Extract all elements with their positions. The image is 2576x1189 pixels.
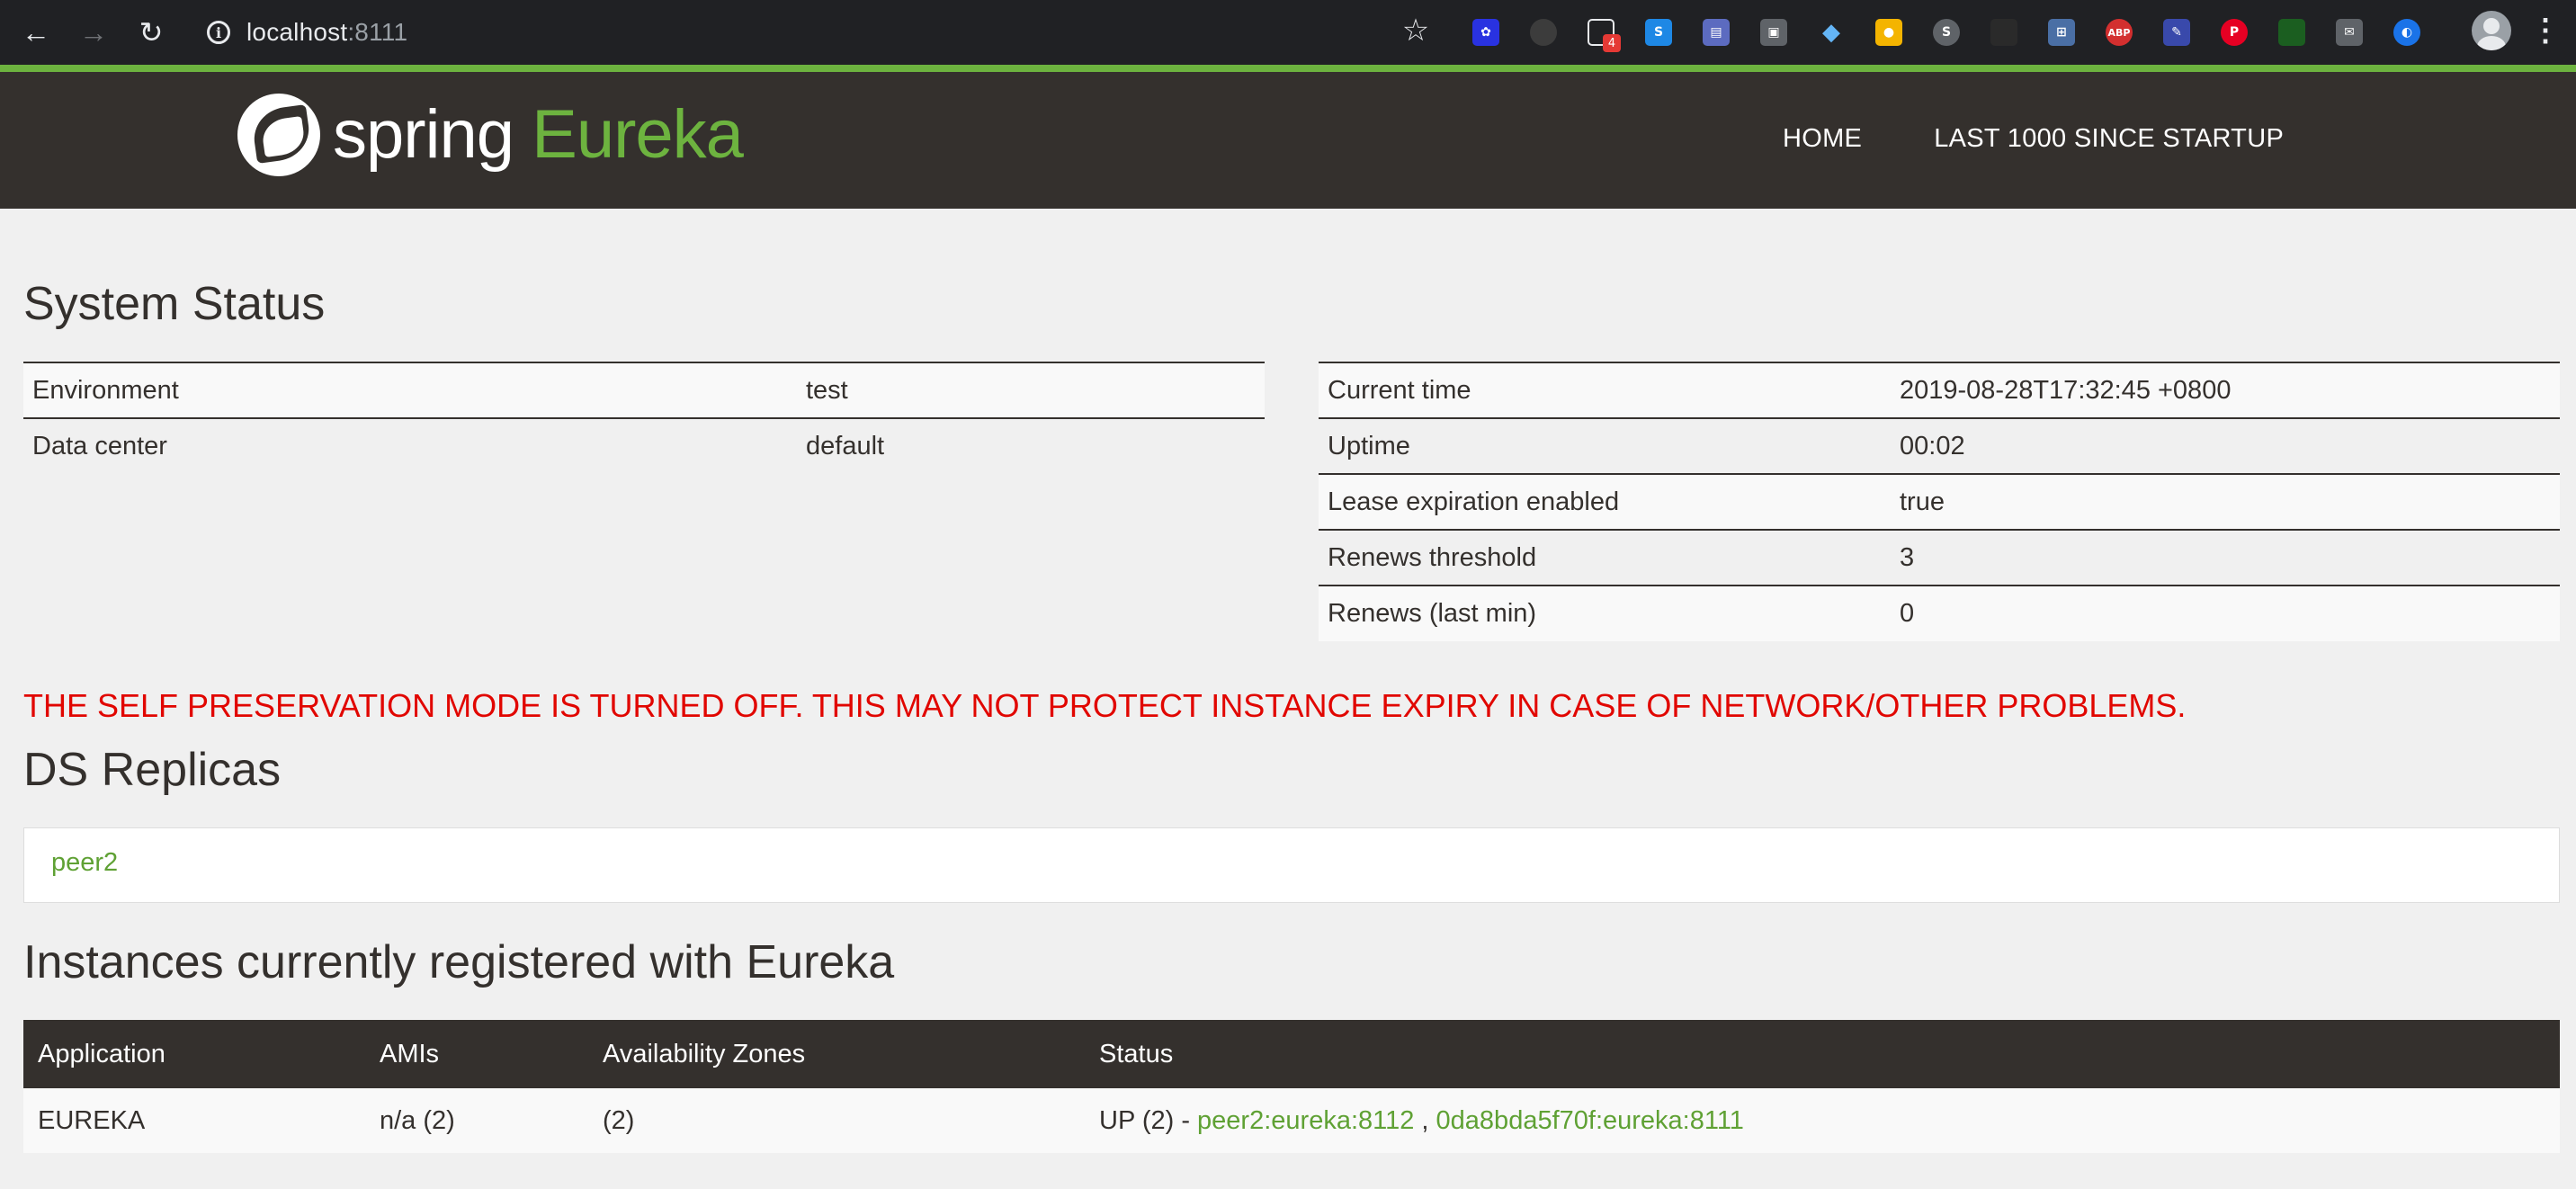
google-extension-icon[interactable]: ● <box>1869 13 1909 52</box>
table-row: Renews threshold 3 <box>1319 529 2560 586</box>
spring-eureka-logo[interactable]: spring Eureka <box>237 92 744 178</box>
cell-application: EUREKA <box>23 1088 365 1153</box>
diamond-extension-icon[interactable]: ◆ <box>1811 13 1851 52</box>
column-header-zones: Availability Zones <box>588 1020 1085 1088</box>
address-bar[interactable]: i localhost:8111 <box>207 11 407 54</box>
nav-home-link[interactable]: HOME <box>1783 124 1862 154</box>
chrome-menu-icon[interactable]: ⋮ <box>2529 11 2562 50</box>
ds-replicas-title: DS Replicas <box>23 744 282 796</box>
instance-link[interactable]: 0da8bda5f70f:eureka:8111 <box>1436 1106 1744 1135</box>
url-port: :8111 <box>347 18 408 46</box>
eureka-navbar: spring Eureka HOME LAST 1000 SINCE START… <box>0 65 2576 209</box>
system-status-title: System Status <box>23 278 326 330</box>
table-row: Uptime 00:02 <box>1319 417 2560 474</box>
window-extension-icon[interactable]: ▤ <box>1696 13 1736 52</box>
translate-extension-icon[interactable]: ◐ <box>2387 13 2427 52</box>
table-row: EUREKA n/a (2) (2) UP (2) - peer2:eureka… <box>23 1088 2560 1153</box>
site-info-icon[interactable]: i <box>207 21 230 44</box>
cell-amis: n/a (2) <box>365 1088 588 1153</box>
url-text[interactable]: localhost:8111 <box>246 18 407 47</box>
ds-replicas-list: peer2 <box>23 827 2560 903</box>
green-extension-icon[interactable] <box>2272 13 2312 52</box>
dimmed-extension-icon[interactable] <box>1524 13 1563 52</box>
forward-arrow-icon[interactable]: → <box>74 13 113 52</box>
url-host: localhost <box>246 18 348 46</box>
nav-last-1000-link[interactable]: LAST 1000 SINCE STARTUP <box>1934 124 2284 154</box>
instances-title: Instances currently registered with Eure… <box>23 936 895 988</box>
system-status-left-table: Environment test Data center default <box>23 362 1265 474</box>
browser-toolbar: ← → ↻ i localhost:8111 ☆ ✿ 4 S ▤ ▣ ◆ ● S… <box>0 0 2576 65</box>
link-separator: , <box>1414 1105 1436 1135</box>
column-header-status: Status <box>1085 1020 2560 1088</box>
table-row: Lease expiration enabled true <box>1319 473 2560 530</box>
status-label: Current time <box>1319 362 1891 418</box>
spring-leaf-icon <box>237 94 320 176</box>
baidu-paw-extension-icon[interactable]: ✿ <box>1466 13 1506 52</box>
reload-icon[interactable]: ↻ <box>131 13 171 52</box>
reader-extension-icon[interactable]: ▣ <box>1754 13 1793 52</box>
back-arrow-icon[interactable]: ← <box>16 13 56 52</box>
cell-status: UP (2) - peer2:eureka:8112 , 0da8bda5f70… <box>1085 1088 2560 1153</box>
table-row: Renews (last min) 0 <box>1319 585 2560 641</box>
logo-word-spring: spring <box>333 96 514 173</box>
status-value: test <box>797 362 1265 418</box>
apps-extension-icon[interactable]: ⊞ <box>2042 13 2081 52</box>
instances-table: Application AMIs Availability Zones Stat… <box>23 1020 2560 1153</box>
profile-avatar-icon[interactable] <box>2472 11 2511 50</box>
status-value: true <box>1891 473 2560 530</box>
pen-extension-icon[interactable]: ✎ <box>2157 13 2196 52</box>
self-preservation-warning: THE SELF PRESERVATION MODE IS TURNED OFF… <box>23 687 2187 724</box>
status-value: 00:02 <box>1891 417 2560 474</box>
s-extension-icon[interactable]: S <box>1639 13 1678 52</box>
logo-word-eureka: Eureka <box>532 96 744 173</box>
status-label: Lease expiration enabled <box>1319 473 1891 530</box>
column-header-amis: AMIs <box>365 1020 588 1088</box>
status-prefix: UP (2) - <box>1099 1105 1198 1135</box>
status-value: 0 <box>1891 585 2560 641</box>
adblock-extension-icon[interactable]: ABP <box>2099 13 2139 52</box>
dark-extension-icon[interactable] <box>1984 13 2024 52</box>
status-value: default <box>797 417 1265 474</box>
mail-extension-icon[interactable]: ✉ <box>2330 13 2369 52</box>
extension-badge: 4 <box>1603 34 1621 52</box>
table-row: Environment test <box>23 362 1265 418</box>
status-label: Renews threshold <box>1319 529 1891 586</box>
badged-extension-icon[interactable]: 4 <box>1581 13 1621 52</box>
bookmark-star-icon[interactable]: ☆ <box>1396 11 1436 50</box>
status-label: Renews (last min) <box>1319 585 1891 641</box>
swirl-extension-icon[interactable]: S <box>1927 13 1966 52</box>
status-value: 3 <box>1891 529 2560 586</box>
status-label: Data center <box>23 417 797 474</box>
system-status-right-table: Current time 2019-08-28T17:32:45 +0800 U… <box>1319 362 2560 641</box>
status-label: Environment <box>23 362 797 418</box>
table-header-row: Application AMIs Availability Zones Stat… <box>23 1020 2560 1088</box>
table-row: Current time 2019-08-28T17:32:45 +0800 <box>1319 362 2560 418</box>
pinterest-extension-icon[interactable]: P <box>2214 13 2254 52</box>
nav-links: HOME LAST 1000 SINCE STARTUP <box>1783 124 2284 154</box>
status-value: 2019-08-28T17:32:45 +0800 <box>1891 362 2560 418</box>
instance-link[interactable]: peer2:eureka:8112 <box>1197 1106 1414 1135</box>
status-label: Uptime <box>1319 417 1891 474</box>
table-row: Data center default <box>23 417 1265 474</box>
cell-zones: (2) <box>588 1088 1085 1153</box>
logo-text: spring Eureka <box>333 92 744 178</box>
column-header-application: Application <box>23 1020 365 1088</box>
replica-link[interactable]: peer2 <box>51 848 118 878</box>
